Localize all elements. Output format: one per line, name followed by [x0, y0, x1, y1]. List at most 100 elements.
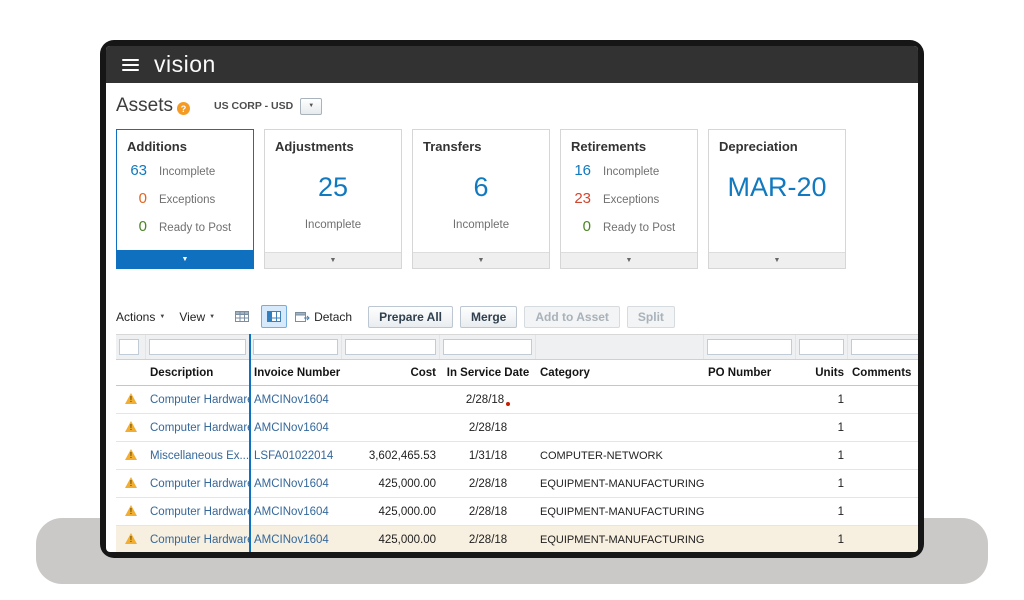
description-link[interactable]: Computer Hardware	[150, 506, 250, 518]
table-row[interactable]: Computer HardwareAMCINov16042/28/181	[116, 414, 918, 442]
table-row[interactable]: Computer HardwareAMCINov1604425,000.002/…	[116, 470, 918, 498]
column-header-cost[interactable]: Cost	[342, 367, 440, 379]
cell-in_service_date: 2/28/18	[440, 506, 536, 518]
cell-invoice: AMCINov1604	[250, 422, 342, 434]
filter-input-po_number[interactable]	[707, 339, 792, 355]
filter-input-cost[interactable]	[345, 339, 436, 355]
filter-cell-invoice	[250, 335, 342, 359]
card-retirements[interactable]: Retirements16Incomplete23Exceptions0Read…	[560, 129, 698, 269]
description-link[interactable]: Miscellaneous Ex...	[150, 450, 249, 462]
table-row[interactable]: Computer HardwareAMCINov1604425,000.002/…	[116, 526, 918, 552]
table-row[interactable]: Miscellaneous Ex...LSFA010220143,602,465…	[116, 442, 918, 470]
filter-cell-po_number	[704, 335, 796, 359]
warning-icon	[125, 533, 137, 544]
card-stats: 16Incomplete23Exceptions0Ready to Post	[561, 162, 697, 235]
table-toolbar: Actions ▼ View ▼	[116, 305, 912, 328]
card-stats: 63Incomplete0Exceptions0Ready to Post	[117, 162, 253, 235]
invoice-link[interactable]: AMCINov1604	[254, 422, 329, 434]
filter-input-description[interactable]	[149, 339, 246, 355]
cell-description: Computer Hardware	[146, 534, 250, 546]
device-frame: vision Assets ? US CORP - USD ▼ Addition…	[100, 40, 924, 558]
cell-in_service_date: 2/28/18	[440, 422, 536, 434]
card-title: Additions	[117, 130, 253, 154]
table-filter-row	[116, 334, 918, 360]
freeze-icon-button[interactable]	[261, 305, 287, 328]
context-dropdown-button[interactable]: ▼	[300, 98, 322, 115]
changed-indicator	[506, 402, 510, 406]
merge-button[interactable]: Merge	[460, 306, 517, 328]
description-link[interactable]: Computer Hardware	[150, 394, 250, 406]
card-big-label: Incomplete	[265, 219, 401, 231]
card-footer-toggle[interactable]: ▼	[709, 252, 845, 268]
filter-cell-cost	[342, 335, 440, 359]
stat-label: Incomplete	[159, 166, 215, 178]
cell-units: 1	[796, 534, 848, 546]
description-link[interactable]: Computer Hardware	[150, 422, 250, 434]
grid-icon[interactable]	[229, 305, 255, 328]
card-footer-toggle[interactable]: ▼	[117, 250, 253, 268]
filter-input-units[interactable]	[799, 339, 844, 355]
hamburger-menu-icon[interactable]	[122, 59, 139, 71]
filter-input-comments[interactable]	[851, 339, 918, 355]
filter-input-status[interactable]	[119, 339, 139, 355]
stat-value: 0	[117, 190, 147, 207]
invoice-link[interactable]: LSFA01022014	[254, 450, 333, 462]
cell-units: 1	[796, 506, 848, 518]
table-row[interactable]: Computer HardwareAMCINov1604425,000.002/…	[116, 498, 918, 526]
invoice-link[interactable]: AMCINov1604	[254, 506, 329, 518]
cell-in_service_date: 2/28/18	[440, 394, 536, 406]
filter-cell-category	[536, 335, 704, 359]
description-link[interactable]: Computer Hardware	[150, 534, 250, 546]
card-adjustments[interactable]: Adjustments25Incomplete▼	[264, 129, 402, 269]
prepare-all-button[interactable]: Prepare All	[368, 306, 453, 328]
filter-input-invoice[interactable]	[253, 339, 338, 355]
chevron-down-icon: ▼	[478, 257, 485, 264]
cell-status	[116, 421, 146, 435]
card-footer-toggle[interactable]: ▼	[265, 252, 401, 268]
card-big-label: Incomplete	[413, 219, 549, 231]
help-icon[interactable]: ?	[177, 102, 190, 115]
column-header-comments[interactable]: Comments	[848, 367, 918, 379]
view-menu[interactable]: View ▼	[179, 310, 215, 324]
cards: Additions63Incomplete0Exceptions0Ready t…	[116, 129, 912, 269]
actions-menu-label: Actions	[116, 310, 155, 324]
warning-icon	[125, 505, 137, 516]
column-header-po_number[interactable]: PO Number	[704, 367, 796, 379]
card-depreciation[interactable]: DepreciationMAR-20▼	[708, 129, 846, 269]
invoice-link[interactable]: AMCINov1604	[254, 478, 329, 490]
chevron-down-icon: ▼	[159, 314, 165, 320]
cell-status	[116, 393, 146, 407]
cell-status	[116, 477, 146, 491]
column-header-in_service_date[interactable]: In Service Date	[440, 367, 536, 379]
card-footer-toggle[interactable]: ▼	[561, 252, 697, 268]
column-header-description[interactable]: Description	[146, 367, 250, 379]
table-row[interactable]: Computer HardwareAMCINov16042/28/181	[116, 386, 918, 414]
toolbar-buttons: Prepare All Merge Add to Asset Split	[368, 306, 675, 328]
stat-label: Exceptions	[159, 194, 215, 206]
description-link[interactable]: Computer Hardware	[150, 478, 250, 490]
invoice-link[interactable]: AMCINov1604	[254, 534, 329, 546]
detach-button[interactable]: Detach	[295, 310, 352, 324]
column-header-category[interactable]: Category	[536, 367, 704, 379]
cell-in_service_date: 2/28/18	[440, 478, 536, 490]
stat-label: Exceptions	[603, 194, 659, 206]
detach-label: Detach	[314, 310, 352, 324]
column-header-units[interactable]: Units	[796, 367, 848, 379]
actions-menu[interactable]: Actions ▼	[116, 310, 165, 324]
stat-row: 0 Exceptions	[117, 190, 253, 207]
cell-status	[116, 533, 146, 547]
stat-row: 63 Incomplete	[117, 162, 253, 179]
cell-units: 1	[796, 450, 848, 462]
cell-category: EQUIPMENT-MANUFACTURING	[536, 534, 704, 546]
filter-input-in_service_date[interactable]	[443, 339, 532, 355]
cell-description: Computer Hardware	[146, 394, 250, 406]
column-header-invoice[interactable]: Invoice Number	[250, 367, 342, 379]
frozen-column-divider[interactable]	[249, 334, 251, 552]
cell-invoice: LSFA01022014	[250, 450, 342, 462]
stat-value: 63	[117, 162, 147, 179]
card-footer-toggle[interactable]: ▼	[413, 252, 549, 268]
invoice-link[interactable]: AMCINov1604	[254, 394, 329, 406]
cell-status	[116, 505, 146, 519]
card-additions[interactable]: Additions63Incomplete0Exceptions0Ready t…	[116, 129, 254, 269]
card-transfers[interactable]: Transfers6Incomplete▼	[412, 129, 550, 269]
